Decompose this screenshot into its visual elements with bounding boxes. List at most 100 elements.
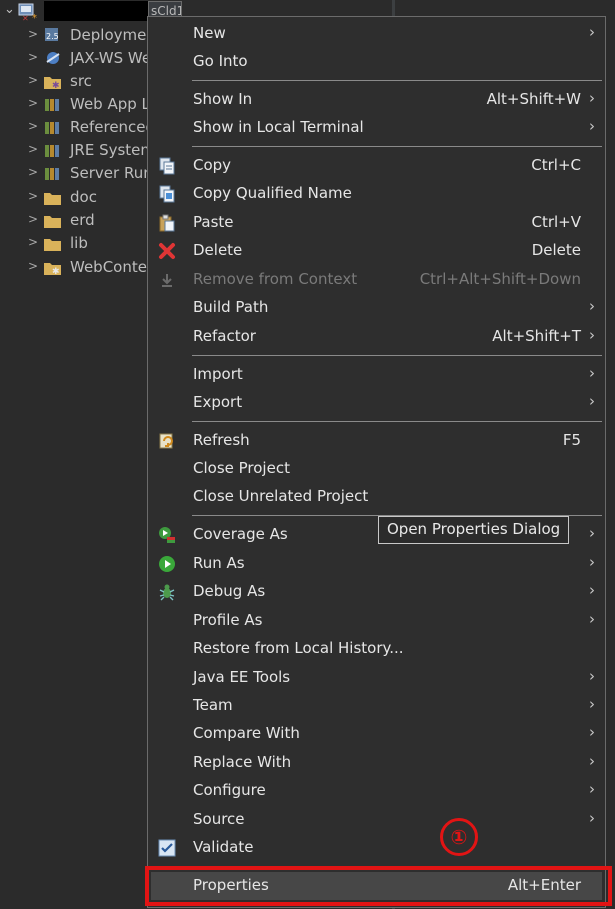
tree-item-jax-ws[interactable]: > JAX-WS We (0, 47, 148, 70)
submenu-arrow-icon: › (589, 610, 595, 628)
paste-icon (159, 214, 175, 232)
menu-item-debug-as[interactable]: Debug As › (148, 578, 605, 606)
menu-item-export[interactable]: Export › (148, 389, 605, 417)
menu-item-run-as[interactable]: Run As › (148, 550, 605, 578)
menu-item-properties[interactable]: Properties Alt+Enter (151, 872, 602, 900)
menu-item-configure[interactable]: Configure › (148, 777, 605, 805)
chevron-right-icon[interactable]: > (28, 142, 38, 156)
menu-item-compare-with[interactable]: Compare With › (148, 720, 605, 748)
run-icon (159, 556, 175, 572)
chevron-right-icon[interactable]: > (28, 73, 38, 87)
tree-item-label: JRE System (70, 141, 148, 159)
menu-item-label: Refresh (193, 431, 250, 449)
menu-item-label: Compare With (193, 724, 300, 742)
chevron-right-icon[interactable]: > (28, 165, 38, 179)
svg-text:✱: ✱ (52, 81, 60, 90)
menu-separator (192, 146, 602, 147)
chevron-right-icon[interactable]: > (28, 96, 38, 110)
menu-item-close-unrelated-project[interactable]: Close Unrelated Project (148, 483, 605, 511)
menu-item-replace-with[interactable]: Replace With › (148, 749, 605, 777)
tree-item-label: lib (70, 234, 88, 252)
menu-item-label: Debug As (193, 582, 266, 600)
menu-item-label: Show In (193, 90, 253, 108)
tree-item-erd[interactable]: > erd (0, 209, 148, 232)
submenu-arrow-icon: › (589, 524, 595, 542)
tree-item-deployment[interactable]: > 2.5 Deploymer (0, 24, 148, 47)
menu-item-profile-as[interactable]: Profile As › (148, 607, 605, 635)
submenu-arrow-icon: › (589, 695, 595, 713)
chevron-down-icon[interactable]: ⌄ (4, 2, 15, 17)
menu-item-label: Close Project (193, 459, 290, 477)
menu-item-team[interactable]: Team › (148, 692, 605, 720)
tree-item-web-app-libraries[interactable]: > Web App L (0, 93, 148, 116)
chevron-right-icon[interactable]: > (28, 189, 38, 203)
menu-item-refresh[interactable]: Refresh F5 (148, 427, 605, 455)
tree-item-label: Web App L (70, 95, 148, 113)
chevron-right-icon[interactable]: > (28, 27, 38, 41)
menu-item-shortcut: Ctrl+Alt+Shift+Down (419, 270, 581, 288)
web-project-icon: * ✕ (18, 3, 37, 22)
submenu-arrow-icon: › (589, 23, 595, 41)
menu-item-label: Replace With (193, 753, 292, 771)
menu-item-source[interactable]: Source › (148, 806, 605, 834)
menu-item-java-ee-tools[interactable]: Java EE Tools › (148, 664, 605, 692)
menu-item-shortcut: Ctrl+C (531, 156, 581, 174)
menu-item-copy[interactable]: Copy Ctrl+C (148, 152, 605, 180)
copy-qualified-name-icon (159, 185, 175, 203)
submenu-arrow-icon: › (589, 326, 595, 344)
tree-item-label: doc (70, 188, 97, 206)
menu-item-shortcut: Delete (531, 241, 581, 259)
tree-item-src[interactable]: > ✱ src (0, 70, 148, 93)
tree-item-doc[interactable]: > doc (0, 186, 148, 209)
copy-icon (159, 157, 175, 175)
menu-separator (192, 355, 602, 356)
menu-item-label: Delete (193, 241, 243, 259)
menu-item-paste[interactable]: Paste Ctrl+V (148, 209, 605, 237)
menu-item-label: Paste (193, 213, 234, 231)
menu-item-go-into[interactable]: Go Into (148, 48, 605, 76)
tree-item-lib[interactable]: > lib (0, 232, 148, 255)
tree-item-label: src (70, 72, 92, 90)
menu-item-validate[interactable]: Validate (148, 834, 605, 862)
tree-item-referenced[interactable]: > Referenced (0, 116, 148, 139)
menu-item-show-in[interactable]: Show In Alt+Shift+W › (148, 86, 605, 114)
menu-item-shortcut: F5 (562, 431, 581, 449)
menu-item-build-path[interactable]: Build Path › (148, 294, 605, 322)
submenu-arrow-icon: › (589, 297, 595, 315)
menu-item-shortcut: Alt+Shift+T (492, 327, 581, 345)
chevron-right-icon[interactable]: > (28, 235, 38, 249)
menu-item-label: Team (193, 696, 233, 714)
menu-item-delete[interactable]: Delete Delete (148, 237, 605, 265)
library-icon (45, 145, 59, 157)
chevron-right-icon[interactable]: > (28, 50, 38, 64)
menu-item-label: Restore from Local History... (193, 639, 404, 657)
chevron-right-icon[interactable]: > (28, 259, 38, 273)
submenu-arrow-icon: › (589, 667, 595, 685)
menu-item-refactor[interactable]: Refactor Alt+Shift+T › (148, 323, 605, 351)
menu-item-new[interactable]: New › (148, 20, 605, 48)
folder-icon (44, 239, 61, 251)
tree-item-label: erd (70, 211, 95, 229)
annotation-marker: ① (440, 818, 478, 856)
menu-item-remove-from-context[interactable]: Remove from Context Ctrl+Alt+Shift+Down (148, 266, 605, 294)
menu-item-import[interactable]: Import › (148, 361, 605, 389)
coverage-icon (159, 527, 175, 543)
menu-item-shortcut: Ctrl+V (531, 213, 581, 231)
tree-item-label: JAX-WS We (70, 49, 148, 67)
menu-item-label: Validate (193, 838, 254, 856)
menu-item-close-project[interactable]: Close Project (148, 455, 605, 483)
menu-item-copy-qualified-name[interactable]: Copy Qualified Name (148, 180, 605, 208)
chevron-right-icon[interactable]: > (28, 212, 38, 226)
menu-item-label: Properties (193, 876, 269, 894)
tree-item-jre-system[interactable]: > JRE System (0, 139, 148, 162)
menu-item-restore-from-local-history[interactable]: Restore from Local History... (148, 635, 605, 663)
tree-item-webcontent[interactable]: > ✱ WebConter (0, 256, 148, 279)
menu-item-show-in-local-terminal[interactable]: Show in Local Terminal › (148, 114, 605, 142)
library-icon (45, 122, 59, 134)
redacted-project-name (44, 1, 148, 21)
tree-item-label: Server Runt (70, 164, 148, 182)
submenu-arrow-icon: › (589, 581, 595, 599)
chevron-right-icon[interactable]: > (28, 119, 38, 133)
refresh-icon (159, 433, 173, 449)
tree-item-server-runtime[interactable]: > Server Runt (0, 162, 148, 185)
